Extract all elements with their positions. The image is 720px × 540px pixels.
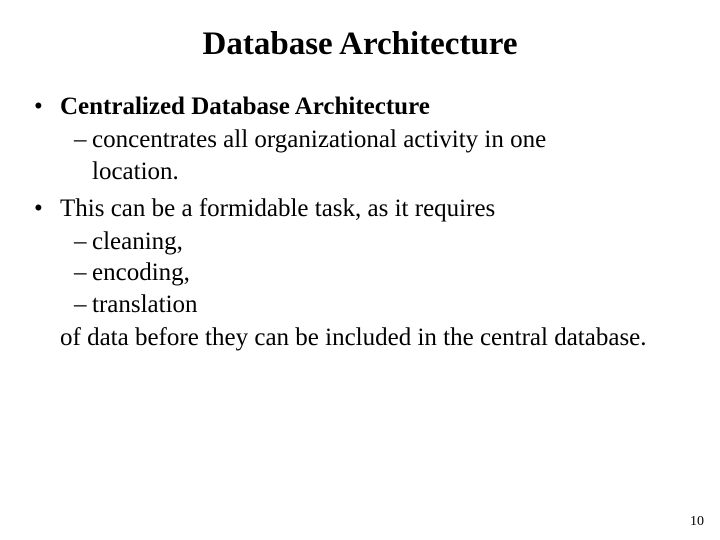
sub-bullet-item: – concentrates all organizational activi…	[30, 124, 690, 187]
sub-bullet-marker: –	[74, 257, 92, 288]
sub-bullet-text: concentrates all organizational activity…	[92, 124, 690, 187]
sub-bullet-text: translation	[92, 289, 690, 320]
slide-title: Database Architecture	[30, 26, 690, 63]
sub-bullet-marker: –	[74, 226, 92, 257]
bullet-marker: •	[30, 91, 60, 122]
page-number: 10	[690, 514, 704, 530]
sub-bullet-item: – translation	[30, 289, 690, 320]
trailing-text: of data before they can be included in t…	[30, 322, 690, 353]
sub-bullet-marker: –	[74, 124, 92, 155]
bullet-item: • Centralized Database Architecture	[30, 91, 690, 122]
bullet-text: This can be a formidable task, as it req…	[60, 193, 690, 224]
sub-bullet-text: encoding,	[92, 257, 690, 288]
slide-content: • Centralized Database Architecture – co…	[30, 91, 690, 353]
bullet-marker: •	[30, 193, 60, 224]
sub-bullet-marker: –	[74, 289, 92, 320]
sub-bullet-item: – cleaning,	[30, 226, 690, 257]
sub-bullet-item: – encoding,	[30, 257, 690, 288]
bullet-text: Centralized Database Architecture	[60, 91, 690, 122]
bullet-item: • This can be a formidable task, as it r…	[30, 193, 690, 224]
sub-bullet-text: cleaning,	[92, 226, 690, 257]
